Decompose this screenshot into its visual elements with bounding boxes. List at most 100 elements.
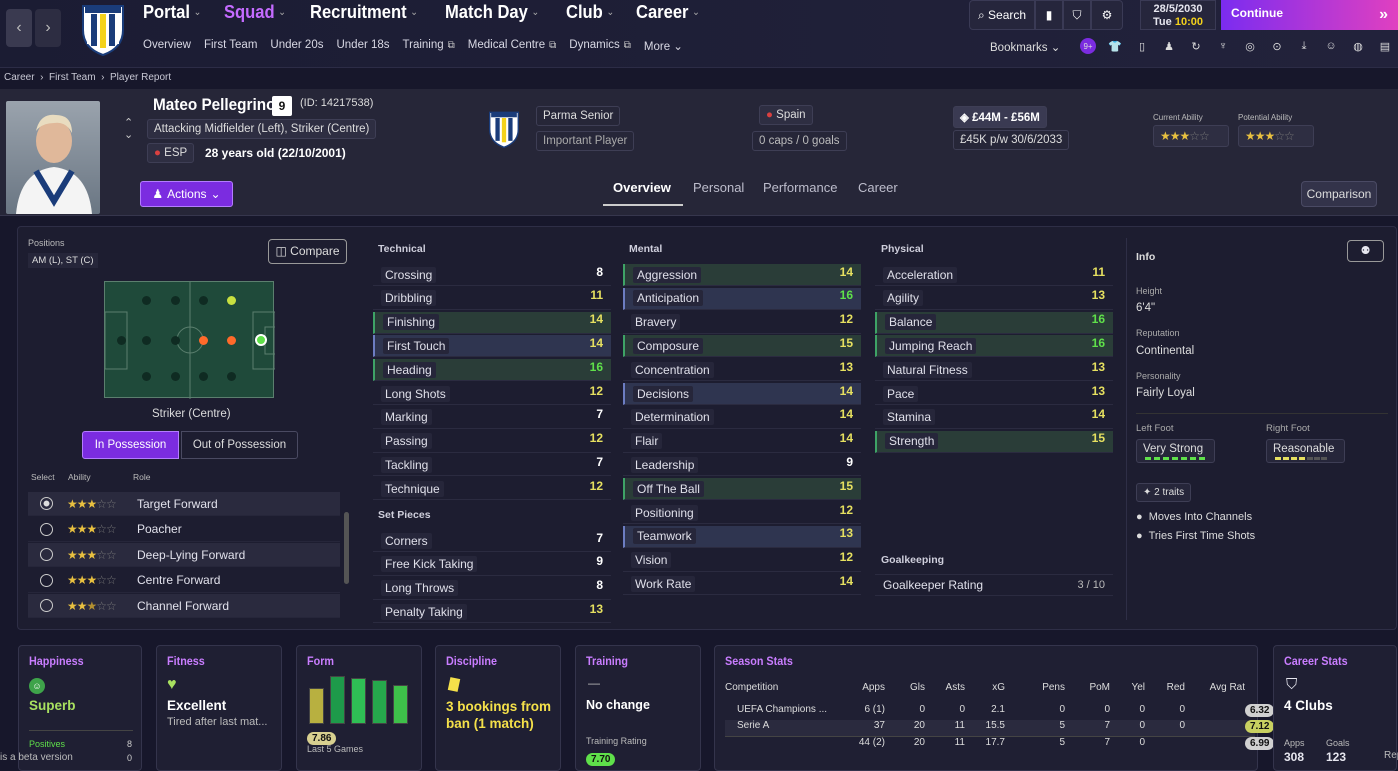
download-icon[interactable]: ⤓ (1296, 38, 1312, 54)
attribute-row[interactable]: Passing 12 (373, 431, 611, 453)
forward-arrow-icon[interactable]: › (35, 9, 61, 47)
position-dot-selected[interactable] (255, 334, 267, 346)
role-radio[interactable] (40, 548, 53, 562)
attribute-row[interactable]: Leadership 9 (623, 454, 861, 477)
tactics-icon[interactable]: ♟ (1161, 38, 1177, 54)
attribute-row[interactable]: Teamwork 13 (623, 525, 861, 548)
role-radio[interactable] (40, 522, 53, 536)
role-row[interactable]: ★★★☆☆ Poacher (28, 518, 340, 542)
attribute-row[interactable]: Composure 15 (623, 335, 861, 358)
attribute-row[interactable]: Strength 15 (875, 430, 1113, 453)
attribute-row[interactable]: Heading 16 (373, 359, 611, 382)
tab-career[interactable]: Career (858, 180, 898, 195)
attribute-row[interactable]: Technique 12 (373, 478, 611, 501)
nav-club[interactable]: Club ⌄ (566, 2, 614, 23)
nav-career[interactable]: Career ⌄ (636, 2, 700, 23)
scout-icon[interactable]: ◎ (1242, 38, 1258, 54)
attribute-row[interactable]: Decisions 14 (623, 383, 861, 405)
traits-button[interactable]: ✦ 2 traits (1136, 483, 1192, 502)
attribute-row[interactable]: Dribbling 11 (373, 288, 611, 310)
refresh-icon[interactable]: ↻ (1188, 38, 1204, 54)
role-row[interactable]: ★★★☆☆ Target Forward (28, 492, 340, 516)
shield-icon[interactable]: ⛉ (1063, 0, 1091, 30)
comparison-button[interactable]: Comparison (1301, 181, 1377, 207)
role-radio[interactable] (40, 573, 53, 587)
subnav-medical-centre[interactable]: Medical Centre ⧉ (468, 39, 556, 53)
role-radio[interactable] (40, 497, 53, 510)
attribute-row[interactable]: Natural Fitness 13 (875, 359, 1113, 382)
inbox-icon[interactable]: 9+ (1080, 38, 1096, 54)
attribute-row[interactable]: Work Rate 14 (623, 573, 861, 596)
role-row[interactable]: ★★★☆☆ Channel Forward (28, 594, 340, 619)
subnav-training[interactable]: Training ⧉ (403, 39, 455, 53)
club-crest-icon[interactable] (80, 0, 126, 56)
stats-row[interactable]: 44 (2) 20 11 17.7 5 7 0 6.99 (725, 736, 1275, 752)
attribute-row[interactable]: Free Kick Taking 9 (373, 554, 611, 576)
attribute-row[interactable]: Acceleration 11 (875, 264, 1113, 286)
shirt-icon[interactable]: 👕 (1107, 38, 1123, 54)
attribute-row[interactable]: Positioning 12 (623, 502, 861, 524)
stats-row[interactable]: Serie A 37 20 11 15.5 5 7 0 0 7.12 (725, 720, 1275, 736)
search-button[interactable]: ⌕ Search (969, 0, 1035, 30)
back-arrow-icon[interactable]: ‹ (6, 9, 32, 47)
crumb-first-team[interactable]: First Team (49, 72, 96, 83)
chevron-down-icon[interactable]: ⌄ (124, 128, 133, 141)
in-possession-tab[interactable]: In Possession (82, 431, 179, 459)
role-row[interactable]: ★★★☆☆ Deep-Lying Forward (28, 543, 340, 568)
compare-button[interactable]: ◫ Compare (268, 239, 347, 264)
attribute-row[interactable]: Anticipation 16 (623, 287, 861, 310)
attribute-row[interactable]: Long Shots 12 (373, 383, 611, 405)
attribute-row[interactable]: Marking 7 (373, 407, 611, 429)
nav-squad[interactable]: Squad ⌄ (224, 2, 286, 23)
fitness-card[interactable]: Fitness ♥ Excellent Tired after last mat… (156, 645, 282, 771)
role-radio[interactable] (40, 599, 53, 613)
career-stats-card[interactable]: Career Stats ⛉ 4 Clubs Apps Goals 308 12… (1273, 645, 1398, 771)
discipline-card[interactable]: Discipline 3 bookings from ban (1 match) (435, 645, 561, 771)
actions-button[interactable]: ♟ Actions ⌄ (140, 181, 233, 207)
attribute-row[interactable]: Balance 16 (875, 311, 1113, 334)
attribute-row[interactable]: Concentration 13 (623, 359, 861, 382)
group-icon[interactable]: ☺ (1323, 38, 1339, 54)
gear-icon[interactable]: ⚙ (1091, 0, 1123, 30)
out-of-possession-tab[interactable]: Out of Possession (181, 431, 298, 459)
subnav-under-18s[interactable]: Under 18s (336, 39, 389, 53)
info-settings-icon[interactable]: ⚉ (1347, 240, 1384, 262)
target-icon[interactable]: ⊙ (1269, 38, 1285, 54)
trophy-icon[interactable]: ♆ (1215, 38, 1231, 54)
subnav-under-20s[interactable]: Under 20s (270, 39, 323, 53)
attribute-row[interactable]: Stamina 14 (875, 407, 1113, 429)
attribute-row[interactable]: Long Throws 8 (373, 578, 611, 600)
attribute-row[interactable]: Jumping Reach 16 (875, 335, 1113, 358)
nav-recruitment[interactable]: Recruitment ⌄ (310, 2, 418, 23)
tab-personal[interactable]: Personal (693, 180, 744, 195)
attribute-row[interactable]: First Touch 14 (373, 335, 611, 358)
attribute-row[interactable]: Pace 13 (875, 383, 1113, 405)
attribute-row[interactable]: Vision 12 (623, 550, 861, 572)
document-icon[interactable]: ▯ (1134, 38, 1150, 54)
attribute-row[interactable]: Corners 7 (373, 530, 611, 552)
attribute-row[interactable]: Agility 13 (875, 288, 1113, 310)
bookmark-icon[interactable]: ▮ (1035, 0, 1063, 30)
subnav-first-team[interactable]: First Team (204, 39, 257, 53)
club-tag[interactable]: Parma Senior (536, 106, 621, 126)
training-card[interactable]: Training — No change Training Rating 7.7… (575, 645, 701, 771)
role-row[interactable]: ★★★☆☆ Centre Forward (28, 569, 340, 593)
attribute-row[interactable]: Penalty Taking 13 (373, 601, 611, 624)
attribute-row[interactable]: Flair 14 (623, 431, 861, 453)
nav-match-day[interactable]: Match Day ⌄ (445, 2, 539, 23)
form-card[interactable]: Form 7.86 Last 5 Games (296, 645, 422, 771)
clipboard-icon[interactable]: ▤ (1377, 38, 1393, 54)
attribute-row[interactable]: Finishing 14 (373, 311, 611, 334)
season-stats-card[interactable]: Season Stats Competition Apps Gls Asts xG Pen… (714, 645, 1275, 771)
tab-performance[interactable]: Performance (763, 180, 837, 195)
attribute-row[interactable]: Crossing 8 (373, 264, 611, 286)
attribute-row[interactable]: Tackling 7 (373, 454, 611, 477)
nation-tag[interactable]: ● Spain (759, 105, 813, 125)
bookmarks-dropdown[interactable]: Bookmarks ⌄ (990, 40, 1060, 54)
subnav-overview[interactable]: Overview (143, 39, 191, 53)
attribute-row[interactable]: Bravery 12 (623, 312, 861, 334)
nav-portal[interactable]: Portal ⌄ (143, 2, 201, 23)
subnav-dynamics[interactable]: Dynamics ⧉ (569, 39, 631, 53)
attribute-row[interactable]: Determination 14 (623, 407, 861, 429)
attribute-row[interactable]: Off The Ball 15 (623, 478, 861, 501)
